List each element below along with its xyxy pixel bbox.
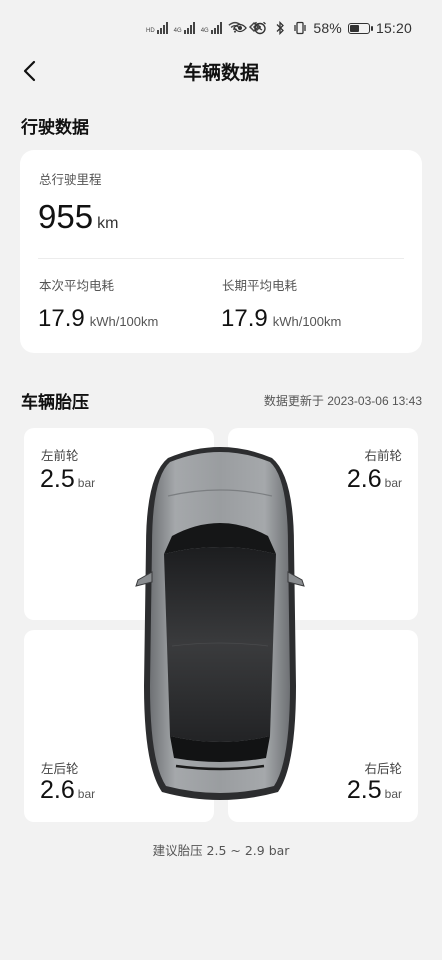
- front-left-unit: bar: [77, 476, 96, 490]
- signal-icon: 4G: [201, 20, 222, 34]
- network-tag: HD: [146, 28, 155, 34]
- total-mileage-unit: km: [97, 215, 119, 232]
- network-tag: 4G: [173, 28, 182, 34]
- page-title: 车辆数据: [182, 62, 259, 84]
- rear-left-pressure: 2.6 bar: [40, 776, 95, 805]
- driving-section-title: 行驶数据: [21, 118, 89, 138]
- eye-icon: [233, 23, 248, 33]
- rear-right-value: 2.5: [346, 776, 382, 804]
- tire-section-title: 车辆胎压: [21, 393, 89, 413]
- rear-left-unit: bar: [77, 787, 96, 801]
- clock: 15:20: [375, 20, 412, 36]
- front-right-pressure: 2.6 bar: [347, 465, 402, 494]
- bluetooth-icon: [276, 21, 285, 35]
- total-mileage: 955 km: [38, 198, 118, 236]
- rear-left-label: 左后轮: [41, 761, 79, 776]
- car-top-view-icon: [135, 447, 305, 800]
- front-right-unit: bar: [384, 476, 402, 490]
- rear-right-pressure: 2.5 bar: [347, 776, 402, 805]
- total-mileage-label: 总行驶里程: [39, 172, 102, 187]
- total-mileage-value: 955: [38, 198, 94, 235]
- rear-left-value: 2.6: [40, 776, 75, 804]
- current-consumption-value: 17.9: [38, 305, 85, 332]
- network-tag: 4G: [200, 28, 209, 34]
- front-left-label: 左前轮: [41, 448, 79, 463]
- current-consumption: 17.9 kWh/100km: [38, 305, 158, 333]
- longterm-consumption: 17.9 kWh/100km: [221, 305, 341, 333]
- alarm-icon: [254, 21, 267, 35]
- signal-icon: 4G: [174, 20, 195, 34]
- signal-icon: HD: [146, 20, 168, 34]
- status-right-icons: 58% 15:20: [233, 20, 412, 36]
- vibrate-icon: [294, 21, 306, 35]
- card-divider: [38, 258, 404, 259]
- update-time: 数据更新于 2023-03-06 13:43: [263, 394, 422, 408]
- current-consumption-label: 本次平均电耗: [39, 278, 115, 293]
- battery-percent: 58%: [313, 20, 342, 36]
- longterm-consumption-label: 长期平均电耗: [222, 278, 298, 293]
- front-left-value: 2.5: [40, 465, 75, 493]
- battery-icon: [347, 22, 373, 34]
- longterm-consumption-value: 17.9: [221, 305, 268, 332]
- front-left-pressure: 2.5 bar: [40, 465, 95, 494]
- nav-bar: 车辆数据: [0, 48, 442, 94]
- current-consumption-unit: kWh/100km: [89, 314, 159, 329]
- battery-fill: [349, 24, 360, 32]
- front-right-label: 右前轮: [364, 448, 402, 463]
- driving-data-card: 总行驶里程 955 km 本次平均电耗 17.9 kWh/100km 长期平均电耗 …: [20, 150, 422, 353]
- rear-right-unit: bar: [384, 787, 402, 801]
- suggested-pressure: 建议胎压 2.5 ~ 2.9 bar: [152, 843, 290, 858]
- longterm-consumption-unit: kWh/100km: [272, 314, 342, 329]
- rear-right-label: 右后轮: [364, 761, 402, 776]
- front-right-value: 2.6: [346, 465, 382, 493]
